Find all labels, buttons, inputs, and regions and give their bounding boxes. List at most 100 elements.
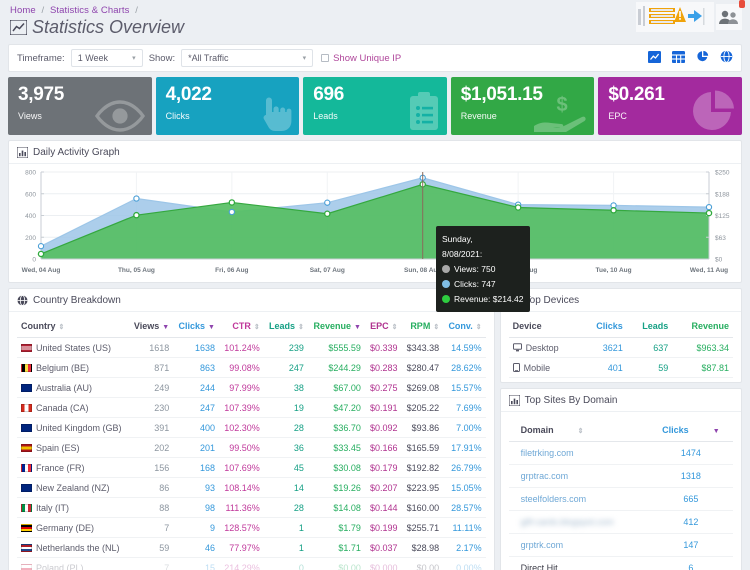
country-name: United Kingdom (GB) bbox=[36, 423, 122, 433]
epc-cell: $0.166 bbox=[365, 438, 402, 458]
kpi-card-views[interactable]: 3,975 Views bbox=[8, 77, 152, 135]
sort-icon[interactable]: ⇕ bbox=[254, 324, 260, 331]
svg-text:$250: $250 bbox=[715, 170, 730, 177]
device-cell: Desktop bbox=[509, 338, 581, 358]
table-row[interactable]: Canada (CA)230247107.39%19$47.20$0.191$2… bbox=[17, 398, 486, 418]
show-select[interactable]: *All Traffic ▾ bbox=[181, 49, 313, 67]
domain-cell[interactable]: gift-cards.blogspot.com bbox=[509, 511, 649, 534]
device-col-clicks[interactable]: Clicks bbox=[581, 316, 627, 338]
column-label: Views bbox=[134, 321, 159, 331]
show-unique-ip-checkbox[interactable]: Show Unique IP bbox=[321, 53, 401, 64]
list-item[interactable]: Direct Hit6 bbox=[509, 557, 733, 570]
timeframe-select[interactable]: 1 Week ▾ bbox=[71, 49, 143, 67]
flag-icon bbox=[21, 344, 32, 352]
country-col-revenue[interactable]: Revenue▼ bbox=[308, 316, 365, 338]
sort-desc-icon[interactable]: ▼ bbox=[713, 428, 720, 435]
country-cell: Spain (ES) bbox=[17, 438, 129, 458]
country-col-leads[interactable]: Leads⇕ bbox=[264, 316, 308, 338]
domain-cell[interactable]: filetrking.com bbox=[509, 442, 649, 465]
table-row[interactable]: Mobile40159$87.81 bbox=[509, 358, 733, 378]
list-item[interactable]: gift-cards.blogspot.com412 bbox=[509, 511, 733, 534]
country-col-clicks[interactable]: Clicks▼ bbox=[173, 316, 219, 338]
views-cell: 249 bbox=[129, 378, 174, 398]
table-row[interactable]: Australia (AU)24924497.99%38$67.00$0.275… bbox=[17, 378, 486, 398]
table-row[interactable]: Italy (IT)8898111.36%28$14.08$0.144$160.… bbox=[17, 498, 486, 518]
domain-cell[interactable]: Direct Hit bbox=[509, 557, 649, 570]
globe-view-icon[interactable] bbox=[720, 50, 733, 66]
checkbox-box[interactable] bbox=[321, 54, 329, 62]
kpi-card-revenue[interactable]: $1,051.15 Revenue $ bbox=[451, 77, 595, 135]
daily-activity-chart[interactable]: 0200400600800 $0$63$125$188$250 Wed, 04 … bbox=[9, 164, 741, 281]
sort-icon[interactable]: ⇕ bbox=[433, 324, 439, 331]
clicks-cell: 15 bbox=[173, 558, 219, 570]
breadcrumb-item-statistics-charts[interactable]: Statistics & Charts bbox=[50, 5, 130, 16]
sort-icon[interactable]: ⇕ bbox=[59, 324, 65, 331]
domain-cell[interactable]: steelfolders.com bbox=[509, 488, 649, 511]
breadcrumb-item-home[interactable]: Home bbox=[10, 5, 36, 16]
table-row[interactable]: Belgium (BE)87186399.08%247$244.29$0.283… bbox=[17, 358, 486, 378]
sort-icon[interactable]: ⇕ bbox=[578, 428, 584, 435]
table-row[interactable]: Poland (PL)715214.29%0$0.00$0.000$0.000.… bbox=[17, 558, 486, 570]
table-row[interactable]: Netherlands the (NL)594677.97%1$1.71$0.0… bbox=[17, 538, 486, 558]
revenue-cell: $1.79 bbox=[308, 518, 365, 538]
sort-desc-icon[interactable]: ▼ bbox=[208, 324, 215, 331]
list-item[interactable]: grptrac.com1318 bbox=[509, 465, 733, 488]
device-name: Mobile bbox=[524, 363, 551, 373]
users-icon[interactable] bbox=[716, 4, 742, 33]
domain-col-clicks[interactable]: Clicks▼ bbox=[649, 420, 733, 442]
domain-col-domain[interactable]: Domain⇕ bbox=[509, 420, 649, 442]
epc-cell: $0.339 bbox=[365, 338, 402, 358]
kpi-card-clicks[interactable]: 4,022 Clicks bbox=[156, 77, 300, 135]
table-row[interactable]: Germany (DE)79128.57%1$1.79$0.199$255.71… bbox=[17, 518, 486, 538]
revenue-cell: $47.20 bbox=[308, 398, 365, 418]
country-col-epc[interactable]: EPC⇕ bbox=[365, 316, 402, 338]
sort-icon[interactable]: ⇕ bbox=[476, 324, 482, 331]
sort-desc-icon[interactable]: ▼ bbox=[354, 324, 361, 331]
kpi-card-leads[interactable]: 696 Leads bbox=[303, 77, 447, 135]
device-col-device[interactable]: Device bbox=[509, 316, 581, 338]
ctr-cell: 128.57% bbox=[219, 518, 264, 538]
top-sites-header: Top Sites By Domain bbox=[501, 389, 741, 412]
tooltip-row-clicks: Clicks: 747 bbox=[442, 277, 523, 292]
mobile-icon bbox=[513, 363, 520, 373]
country-col-conv[interactable]: Conv.⇕ bbox=[443, 316, 485, 338]
country-col-views[interactable]: Views▼ bbox=[129, 316, 174, 338]
pie-chart-view-icon[interactable] bbox=[696, 50, 709, 66]
country-col-ctr[interactable]: CTR⇕ bbox=[219, 316, 264, 338]
table-row[interactable]: Desktop3621637$963.34 bbox=[509, 338, 733, 358]
list-item[interactable]: steelfolders.com665 bbox=[509, 488, 733, 511]
tooltip-row-revenue: Revenue: $214.42 bbox=[442, 292, 523, 307]
table-row[interactable]: Spain (ES)20220199.50%36$33.45$0.166$165… bbox=[17, 438, 486, 458]
revenue-cell: $87.81 bbox=[672, 358, 733, 378]
sort-icon[interactable]: ⇕ bbox=[298, 324, 304, 331]
table-row[interactable]: France (FR)156168107.69%45$30.08$0.179$1… bbox=[17, 458, 486, 478]
top-sites-title: Top Sites By Domain bbox=[525, 395, 618, 406]
device-name: Desktop bbox=[526, 343, 559, 353]
sort-icon[interactable]: ⇕ bbox=[392, 324, 398, 331]
device-col-leads[interactable]: Leads bbox=[627, 316, 672, 338]
sort-desc-icon[interactable]: ▼ bbox=[162, 324, 169, 331]
list-item[interactable]: filetrking.com1474 bbox=[509, 442, 733, 465]
table-row[interactable]: United States (US)16181638101.24%239$555… bbox=[17, 338, 486, 358]
show-unique-ip-label: Show Unique IP bbox=[333, 53, 401, 64]
domain-cell[interactable]: grptrk.com bbox=[509, 534, 649, 557]
device-col-revenue[interactable]: Revenue bbox=[672, 316, 733, 338]
country-cell: United States (US) bbox=[17, 338, 129, 358]
table-row[interactable]: United Kingdom (GB)391400102.30%28$36.70… bbox=[17, 418, 486, 438]
revenue-cell: $555.59 bbox=[308, 338, 365, 358]
line-chart-view-icon[interactable] bbox=[648, 51, 661, 66]
timeframe-value: 1 Week bbox=[78, 53, 108, 63]
country-col-rpm[interactable]: RPM⇕ bbox=[401, 316, 443, 338]
kpi-card-epc[interactable]: $0.261 EPC bbox=[598, 77, 742, 135]
column-label: RPM bbox=[410, 321, 430, 331]
domain-cell[interactable]: grptrac.com bbox=[509, 465, 649, 488]
rpm-cell: $343.38 bbox=[401, 338, 443, 358]
table-row[interactable]: New Zealand (NZ)8693108.14%14$19.26$0.20… bbox=[17, 478, 486, 498]
country-table-header-row: Country⇕Views▼Clicks▼CTR⇕Leads⇕Revenue▼E… bbox=[17, 316, 486, 338]
timeframe-label: Timeframe: bbox=[17, 53, 65, 64]
list-item[interactable]: grptrk.com147 bbox=[509, 534, 733, 557]
table-view-icon[interactable] bbox=[672, 51, 685, 66]
tooltip-date: 8/08/2021: bbox=[442, 247, 523, 262]
country-col-country[interactable]: Country⇕ bbox=[17, 316, 129, 338]
header-toolbar-icons[interactable] bbox=[636, 2, 714, 35]
